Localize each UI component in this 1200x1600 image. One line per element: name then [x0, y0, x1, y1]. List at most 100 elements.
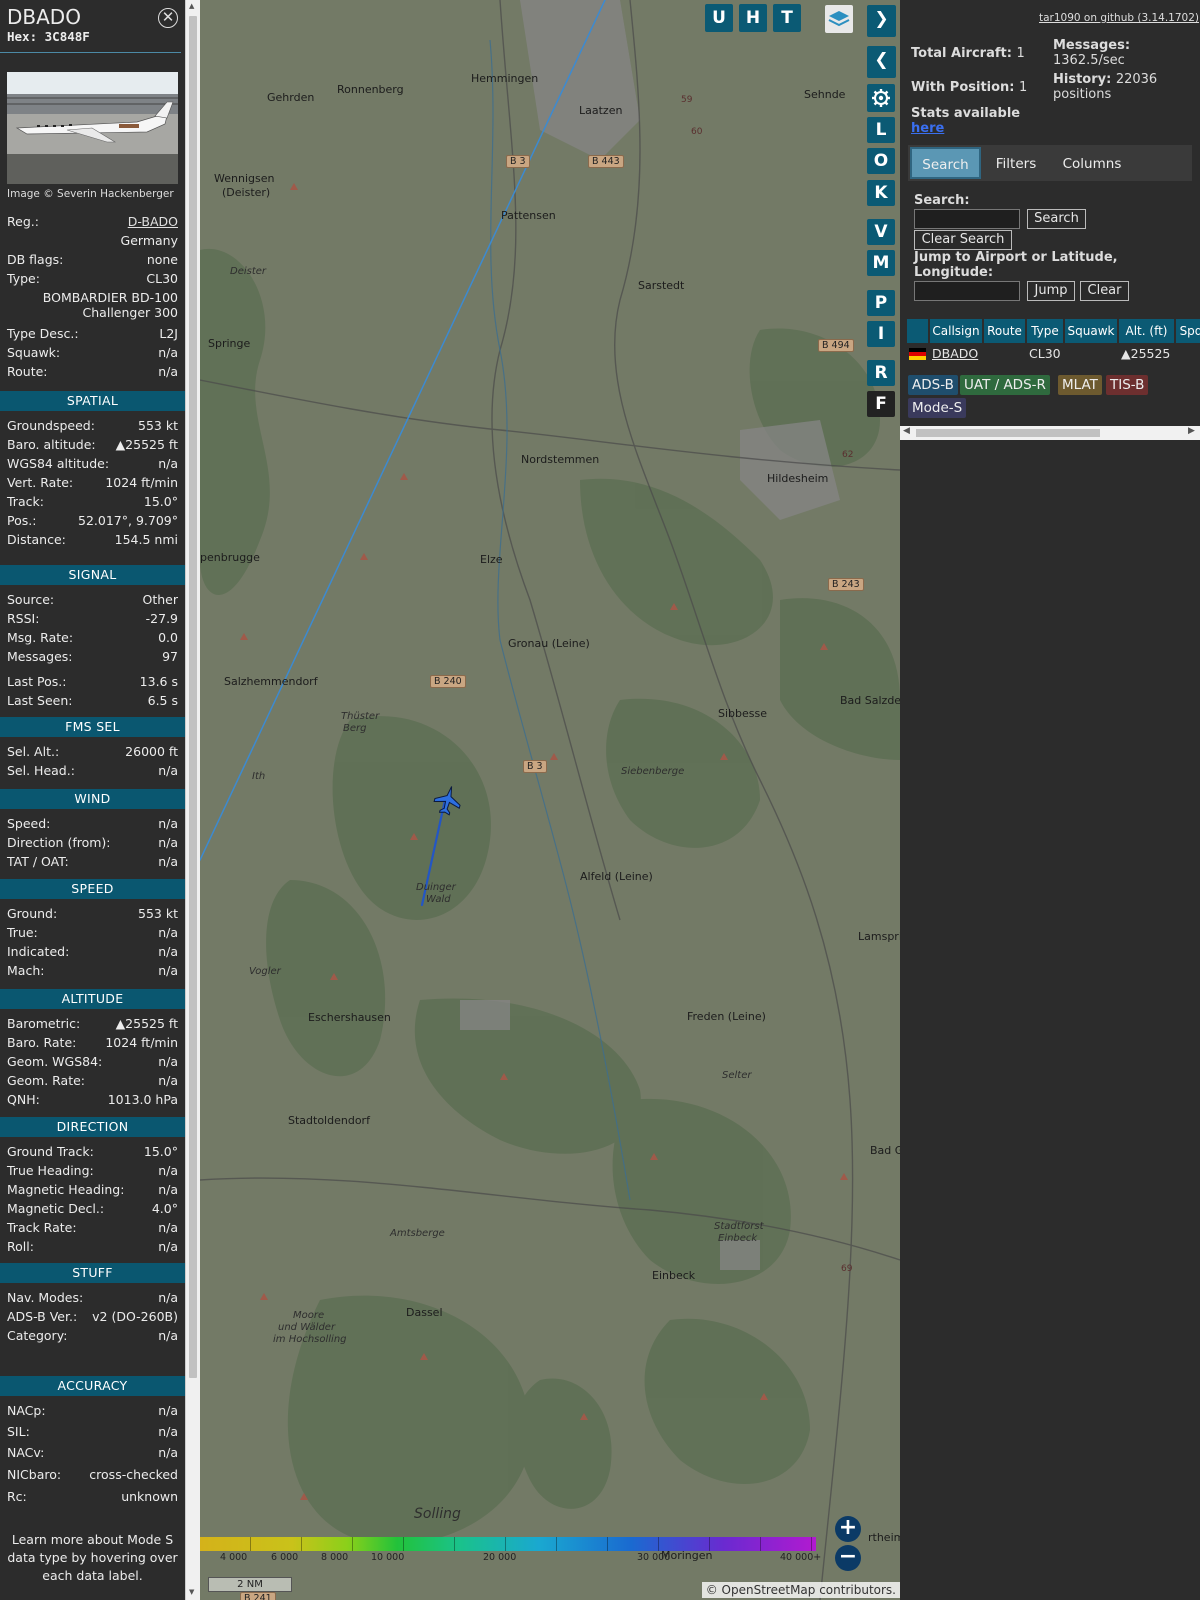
search-input[interactable] [914, 209, 1020, 229]
cell-callsign[interactable]: DBADO [932, 343, 984, 365]
map-road-label: B 494 [818, 339, 854, 352]
close-icon[interactable]: ✕ [158, 8, 178, 28]
map-button-l[interactable]: L [867, 117, 895, 143]
detail-value: n/a [158, 1403, 178, 1418]
detail-row: True Heading: n/a [7, 1163, 178, 1179]
with-position: With Position: 1 [911, 80, 1028, 95]
aircraft-photo[interactable] [7, 72, 178, 184]
map-button-k[interactable]: K [867, 180, 895, 206]
clear-button[interactable]: Clear [1080, 281, 1129, 301]
aircraft-callsign: DBADO [7, 5, 81, 29]
map-button-i[interactable]: I [867, 321, 895, 347]
map-road-label: 59 [681, 95, 693, 105]
detail-row: Geom. WGS84: n/a [7, 1054, 178, 1070]
map-place-label: Stadtoldendorf [288, 1114, 370, 1127]
sidebar-scrollbar-thumb[interactable] [189, 16, 197, 1378]
detail-row: Magnetic Heading: n/a [7, 1182, 178, 1198]
section-header-wind: WIND [0, 789, 185, 809]
detail-label: Pos.: [7, 513, 37, 528]
list-horizontal-scrollbar[interactable]: ◀ ▶ [900, 426, 1200, 440]
detail-value: Challenger 300 [82, 305, 178, 320]
map-place-label: Springe [208, 337, 251, 350]
map-place-label: Ronnenberg [337, 83, 404, 96]
detail-label: Baro. Rate: [7, 1035, 77, 1050]
map-attribution[interactable]: © OpenStreetMap contributors. [701, 1582, 900, 1598]
map-button-u[interactable]: U [705, 4, 733, 32]
detail-value: n/a [158, 925, 178, 940]
expand-right-button[interactable]: ❯ [867, 5, 896, 37]
detail-row: Baro. altitude: ▲25525 ft [7, 437, 178, 453]
map-button-m[interactable]: M [867, 250, 895, 276]
map-button-o[interactable]: O [867, 148, 895, 174]
detail-label: NACv: [7, 1445, 45, 1460]
map-terrain-label: Einbeck [718, 1233, 758, 1244]
tab-columns[interactable]: Columns [1050, 147, 1134, 179]
altitude-scale-label: 6 000 [271, 1552, 299, 1563]
detail-label: Msg. Rate: [7, 630, 74, 645]
map-button-t[interactable]: T [773, 4, 801, 32]
map-button-p[interactable]: P [867, 290, 895, 316]
detail-row: Type: CL30 [7, 271, 178, 287]
detail-value: 1013.0 hPa [107, 1092, 178, 1107]
map-place-label: Wennigsen [214, 172, 275, 185]
col-header-type[interactable]: Type [1027, 319, 1063, 343]
map-road-label: B 3 [523, 760, 547, 773]
search-button[interactable]: Search [1027, 209, 1086, 229]
detail-label: Category: [7, 1328, 68, 1343]
detail-value: Germany [120, 233, 178, 248]
detail-label: Roll: [7, 1239, 34, 1254]
list-scrollbar-thumb[interactable] [916, 429, 1100, 437]
detail-label: Ground: [7, 906, 58, 921]
map-road-label: 62 [842, 450, 854, 460]
tab-search[interactable]: Search [910, 147, 981, 179]
detail-label: Barometric: [7, 1016, 81, 1031]
sidebar-scrollbar[interactable]: ▲ ▼ [185, 0, 200, 1600]
map-button-h[interactable]: H [739, 4, 767, 32]
detail-label: Last Seen: [7, 693, 73, 708]
country-flag-icon [909, 348, 926, 360]
map-button-v[interactable]: V [867, 219, 895, 245]
map-button-f[interactable]: F [867, 391, 895, 417]
github-link[interactable]: tar1090 on github (3.14.1702) [1039, 12, 1199, 24]
detail-label: Ground Track: [7, 1144, 94, 1159]
detail-row: NACp: n/a [7, 1403, 178, 1419]
map-place-label: penbrugge [200, 551, 260, 564]
map-place-label: Gehrden [267, 91, 315, 104]
layers-button[interactable] [825, 5, 853, 33]
map-road-label: B 240 [430, 675, 466, 688]
map-road-label: B 243 [828, 578, 864, 591]
zoom-out-button[interactable]: − [835, 1545, 861, 1571]
collapse-left-button[interactable]: ❮ [867, 46, 896, 78]
map-view[interactable]: Hemmingen Laatzen Sehnde Gehrden Ronnenberg W… [200, 0, 900, 1600]
map-terrain-label: Duinger [416, 882, 456, 893]
detail-label: Groundspeed: [7, 418, 95, 433]
map-place-label: (Deister) [222, 186, 271, 199]
aircraft-list-panel: tar1090 on github (3.14.1702) Total Airc… [900, 0, 1200, 1600]
col-header-spd[interactable]: Spd [1176, 319, 1200, 343]
map-terrain-label: und Wälder [278, 1322, 336, 1333]
col-header-alt-ft[interactable]: Alt. (ft) [1119, 319, 1174, 343]
col-header-route[interactable]: Route [984, 319, 1025, 343]
jump-button[interactable]: Jump [1027, 281, 1075, 301]
detail-row: Last Seen: 6.5 s [7, 693, 178, 709]
col-header-callsign[interactable]: Callsign [930, 319, 982, 343]
detail-row: Category: n/a [7, 1328, 178, 1344]
map-place-label: Bad G [870, 1144, 900, 1157]
tab-filters[interactable]: Filters [984, 147, 1048, 179]
map-button-r[interactable]: R [867, 360, 895, 386]
settings-button[interactable] [867, 84, 895, 112]
minus-icon: − [838, 1544, 858, 1569]
zoom-in-button[interactable]: + [835, 1516, 861, 1542]
clear-search-button[interactable]: Clear Search [914, 230, 1012, 250]
col-header-squawk[interactable]: Squawk [1065, 319, 1117, 343]
detail-row: Reg.: D-BADO [7, 214, 178, 230]
detail-row: Route: n/a [7, 364, 178, 380]
jump-input[interactable] [914, 281, 1020, 301]
cell-alt: ▲25525 [1121, 346, 1171, 361]
detail-row: DB flags: none [7, 252, 178, 268]
cell-route [986, 343, 1027, 365]
map-terrain-label: Siebenberge [621, 766, 685, 777]
detail-value[interactable]: D-BADO [128, 214, 178, 230]
detail-row: Pos.: 52.017°, 9.709° [7, 513, 178, 529]
stats-link[interactable]: here [911, 121, 944, 136]
